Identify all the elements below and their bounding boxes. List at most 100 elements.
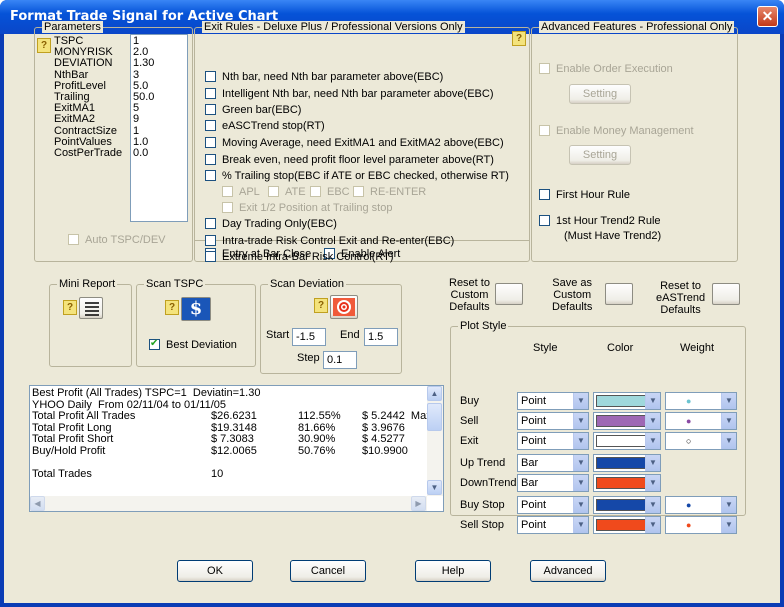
chevron-down-icon[interactable]: ▼ — [573, 393, 588, 409]
plot-style-select[interactable]: Bar ▼ — [517, 454, 589, 472]
chevron-down-icon[interactable]: ▼ — [645, 455, 660, 471]
enable-order-execution-label: Enable Order Execution — [556, 63, 673, 75]
plot-color-select[interactable]: ▼ — [593, 496, 661, 514]
order-execution-setting-button[interactable]: Setting — [569, 84, 631, 104]
parameters-help-icon[interactable]: ? — [37, 38, 51, 53]
chevron-down-icon[interactable]: ▼ — [645, 497, 660, 513]
chevron-down-icon[interactable]: ▼ — [573, 517, 588, 533]
advanced-button[interactable]: Advanced — [530, 560, 606, 582]
best-deviation-checkbox[interactable]: ✔ — [149, 338, 160, 350]
plot-style-select[interactable]: Point ▼ — [517, 412, 589, 430]
scan-start-input[interactable]: -1.5 — [292, 328, 326, 346]
exit-rule-4-checkbox[interactable] — [205, 137, 216, 148]
report-horizontal-scrollbar[interactable]: ◀ ▶ — [30, 496, 427, 511]
scan-deviation-button[interactable] — [330, 295, 358, 319]
plot-weight-select[interactable]: ● ▼ — [665, 496, 737, 514]
chevron-down-icon[interactable]: ▼ — [721, 393, 736, 409]
plot-color-select[interactable]: ▼ — [593, 432, 661, 450]
chevron-down-icon[interactable]: ▼ — [573, 475, 588, 491]
parameter-value[interactable]: 9 — [133, 114, 187, 125]
scan-tspc-help-icon[interactable]: ? — [165, 300, 179, 315]
exit-rule-2-checkbox[interactable] — [205, 104, 216, 115]
exit-rule-3-checkbox[interactable] — [205, 120, 216, 131]
trailing-option-re-enter-checkbox[interactable] — [353, 186, 364, 197]
plot-style-select[interactable]: Point ▼ — [517, 496, 589, 514]
first-hour-rule-checkbox[interactable] — [539, 189, 550, 200]
chevron-down-icon[interactable]: ▼ — [645, 413, 660, 429]
money-management-setting-button[interactable]: Setting — [569, 145, 631, 165]
ok-button[interactable]: OK — [177, 560, 253, 582]
parameter-value[interactable]: 50.0 — [133, 91, 187, 103]
mini-report-button[interactable] — [79, 297, 103, 319]
trailing-option-apl-checkbox[interactable] — [222, 186, 233, 197]
plot-color-select[interactable]: ▼ — [593, 412, 661, 430]
chevron-down-icon[interactable]: ▼ — [721, 433, 736, 449]
plot-style-select[interactable]: Point ▼ — [517, 392, 589, 410]
reset-eastrend-defaults-button[interactable] — [712, 283, 740, 305]
chevron-down-icon[interactable]: ▼ — [573, 455, 588, 471]
chevron-down-icon[interactable]: ▼ — [573, 497, 588, 513]
chevron-down-icon[interactable]: ▼ — [573, 413, 588, 429]
parameter-value[interactable]: 0.0 — [133, 147, 187, 159]
save-custom-defaults-button[interactable] — [605, 283, 633, 305]
parameter-value[interactable]: 1 — [133, 125, 187, 137]
plot-weight-select[interactable]: ○ ▼ — [665, 432, 737, 450]
chevron-down-icon[interactable]: ▼ — [721, 413, 736, 429]
first-hour-trend2-checkbox[interactable] — [539, 215, 550, 226]
cancel-button[interactable]: Cancel — [290, 560, 366, 582]
enable-money-management-checkbox[interactable] — [539, 125, 550, 136]
color-swatch — [596, 477, 650, 489]
mini-report-help-icon[interactable]: ? — [63, 300, 77, 315]
chevron-down-icon[interactable]: ▼ — [645, 475, 660, 491]
exit-rule-extra-1-checkbox[interactable] — [205, 235, 216, 246]
chevron-down-icon[interactable]: ▼ — [573, 433, 588, 449]
exit-half-position-checkbox[interactable] — [222, 202, 233, 213]
plot-color-select[interactable]: ▼ — [593, 392, 661, 410]
trailing-option-ebc-checkbox[interactable] — [310, 186, 321, 197]
scan-step-input[interactable]: 0.1 — [323, 351, 357, 369]
scan-end-input[interactable]: 1.5 — [364, 328, 398, 346]
chevron-down-icon[interactable]: ▼ — [645, 433, 660, 449]
reset-custom-defaults-button[interactable] — [495, 283, 523, 305]
scan-deviation-help-icon[interactable]: ? — [314, 298, 328, 313]
report-textarea[interactable]: Best Profit (All Trades) TSPC=1 Deviatin… — [29, 385, 444, 512]
plot-style-select[interactable]: Bar ▼ — [517, 474, 589, 492]
parameter-values-list[interactable]: 1 2.0 1.30 3 5.0 50.0 5 9 1 1.0 0.0 — [130, 34, 188, 222]
exit-rule-0-checkbox[interactable] — [205, 71, 216, 82]
plot-style-select[interactable]: Point ▼ — [517, 516, 589, 534]
help-button[interactable]: Help — [415, 560, 491, 582]
exit-rule-1-checkbox[interactable] — [205, 88, 216, 99]
parameter-value[interactable]: 1.30 — [133, 58, 187, 69]
plot-weight-select[interactable]: ● ▼ — [665, 516, 737, 534]
scan-tspc-button[interactable]: $ — [181, 297, 211, 321]
scroll-right-icon[interactable]: ▶ — [411, 496, 426, 511]
trailing-option-ate-checkbox[interactable] — [268, 186, 279, 197]
chevron-down-icon[interactable]: ▼ — [721, 497, 736, 513]
auto-tspc-dev-checkbox[interactable] — [68, 234, 79, 245]
parameter-value[interactable]: 5 — [133, 102, 187, 114]
chevron-down-icon[interactable]: ▼ — [645, 393, 660, 409]
chevron-down-icon[interactable]: ▼ — [645, 517, 660, 533]
exit-rules-help-icon[interactable]: ? — [512, 31, 526, 46]
scroll-left-icon[interactable]: ◀ — [30, 496, 45, 511]
exit-rule-extra-1-label: Intra-trade Risk Control Exit and Re-ent… — [222, 235, 455, 247]
plot-color-select[interactable]: ▼ — [593, 474, 661, 492]
exit-rule-6-checkbox[interactable] — [205, 170, 216, 181]
scroll-up-icon[interactable]: ▲ — [427, 386, 442, 401]
plot-weight-select[interactable]: ● ▼ — [665, 412, 737, 430]
report-vertical-scrollbar[interactable]: ▲ ▼ — [427, 386, 443, 496]
plot-color-select[interactable]: ▼ — [593, 454, 661, 472]
scroll-thumb[interactable] — [427, 403, 442, 431]
weight-dot-icon: ● — [686, 396, 692, 406]
enable-order-execution-checkbox[interactable] — [539, 63, 550, 74]
plot-weight-select[interactable]: ● ▼ — [665, 392, 737, 410]
chevron-down-icon[interactable]: ▼ — [721, 517, 736, 533]
exit-rule-extra-2-checkbox[interactable] — [205, 251, 216, 262]
exit-rule-5-checkbox[interactable] — [205, 154, 216, 165]
exit-rule-extra-0-checkbox[interactable] — [205, 218, 216, 229]
scroll-down-icon[interactable]: ▼ — [427, 480, 442, 495]
close-button[interactable]: ✕ — [757, 6, 778, 27]
plot-color-select[interactable]: ▼ — [593, 516, 661, 534]
report-cell: $ 7.3083 — [211, 433, 254, 445]
plot-style-select[interactable]: Point ▼ — [517, 432, 589, 450]
